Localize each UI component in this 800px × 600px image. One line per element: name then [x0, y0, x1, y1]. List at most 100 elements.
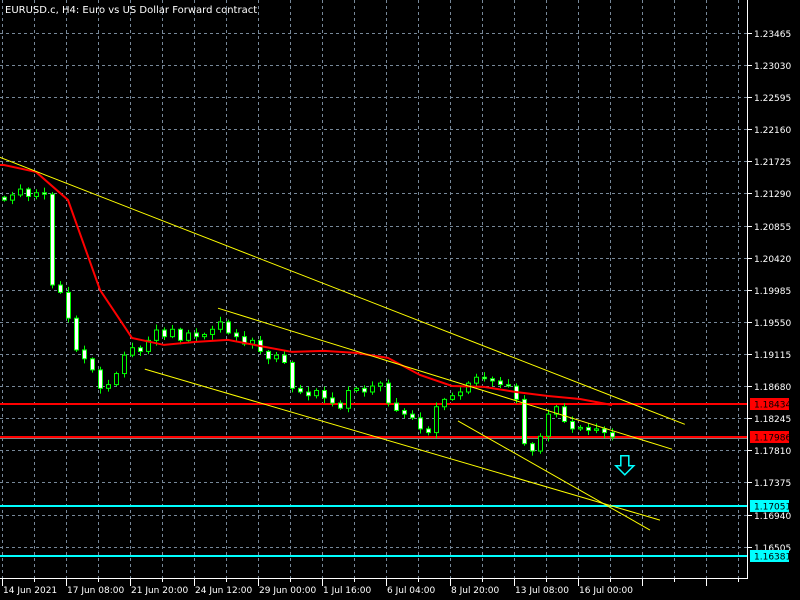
- bear-candle: [234, 332, 239, 338]
- bear-candle: [138, 347, 143, 352]
- bear-candle: [282, 354, 287, 363]
- bull-candle: [578, 426, 583, 430]
- bull-candle: [450, 395, 455, 400]
- trendline: [217, 307, 673, 450]
- grid: [0, 0, 747, 578]
- bull-candle: [202, 333, 207, 338]
- bull-candle: [474, 376, 479, 384]
- bull-candle: [34, 192, 39, 197]
- sell-arrow-icon: [613, 455, 636, 476]
- trendlines: [0, 156, 685, 531]
- bear-candle: [98, 369, 103, 389]
- bull-candle: [274, 354, 279, 360]
- bull-candle: [442, 398, 447, 408]
- time-label: 8 Jul 20:00: [451, 586, 500, 596]
- price-tick-label: 1.23465: [754, 30, 791, 40]
- price-chart[interactable]: 1.23465 1.23030 1.22595 1.22160 1.21725 1.212…: [0, 0, 800, 600]
- support-price-label: 1.17051: [754, 503, 791, 513]
- bull-candle: [346, 390, 351, 409]
- bear-candle: [394, 402, 399, 411]
- resistance-price-label: 1.18434: [754, 401, 791, 411]
- bear-candle: [266, 350, 271, 360]
- bull-candle: [314, 390, 319, 397]
- bear-candle: [306, 391, 311, 397]
- time-label: 1 Jul 16:00: [323, 586, 372, 596]
- bull-candle: [354, 387, 359, 392]
- price-tick-label: 1.17375: [754, 479, 791, 489]
- time-label: 21 Jun 20:00: [131, 586, 188, 596]
- price-tick-label: 1.19115: [754, 351, 791, 361]
- bull-candle: [210, 328, 215, 335]
- bull-candle: [10, 194, 15, 201]
- bear-candle: [2, 196, 7, 201]
- bear-candle: [322, 390, 327, 399]
- bear-candle: [362, 387, 367, 393]
- price-tick-label: 1.23030: [754, 62, 791, 72]
- bull-candle: [122, 354, 127, 375]
- bear-candle: [50, 193, 55, 286]
- bear-candle: [290, 361, 295, 389]
- bear-candle: [194, 332, 199, 338]
- bear-candle: [506, 384, 511, 387]
- bull-candle: [170, 328, 175, 338]
- price-tick-label: 1.18245: [754, 415, 791, 425]
- price-tick-label: 1.22160: [754, 126, 791, 136]
- bull-candle: [546, 413, 551, 437]
- time-label: 13 Jul 08:00: [515, 586, 569, 596]
- down-arrow-icon: [613, 455, 636, 476]
- bull-candle: [370, 385, 375, 393]
- bear-candle: [338, 402, 343, 409]
- bear-candle: [66, 291, 71, 319]
- bear-candle: [162, 329, 167, 338]
- time-label: 17 Jun 08:00: [67, 586, 124, 596]
- price-tick-label: 1.16940: [754, 512, 791, 522]
- bull-candle: [218, 321, 223, 330]
- bear-candle: [418, 417, 423, 430]
- chart-title: EURUSD.c, H4: Euro vs US Dollar Forward …: [5, 5, 257, 16]
- bear-candle: [74, 317, 79, 351]
- bull-candle: [154, 329, 159, 341]
- bull-candle: [538, 435, 543, 452]
- bear-candle: [426, 428, 431, 434]
- horizontal-levels: [0, 403, 747, 557]
- bull-candle: [18, 188, 23, 196]
- bull-candle: [106, 384, 111, 389]
- bear-candle: [586, 426, 591, 431]
- price-axis[interactable]: 1.23465 1.23030 1.22595 1.22160 1.21725 1.212…: [747, 30, 791, 563]
- bull-candle: [186, 332, 191, 341]
- bear-candle: [530, 443, 535, 452]
- candles: [2, 184, 615, 456]
- bear-candle: [402, 409, 407, 415]
- price-tick-label: 1.22595: [754, 94, 791, 104]
- bear-candle: [386, 382, 391, 404]
- price-tick-label: 1.20420: [754, 255, 791, 265]
- resistance-price-label: 1.17986: [754, 434, 791, 444]
- time-label: 6 Jul 04:00: [387, 586, 436, 596]
- time-axis[interactable]: 14 Jun 2021 17 Jun 08:00 21 Jun 20:00 24 Ju…: [2, 578, 739, 596]
- bull-candle: [458, 391, 463, 397]
- bear-candle: [226, 321, 231, 334]
- bear-candle: [90, 358, 95, 371]
- bear-candle: [490, 378, 495, 382]
- bull-candle: [130, 347, 135, 356]
- bear-candle: [602, 428, 607, 434]
- price-tick-label: 1.21725: [754, 158, 791, 168]
- price-tick-label: 1.20855: [754, 223, 791, 233]
- time-label: 14 Jun 2021: [3, 586, 57, 596]
- bull-candle: [594, 428, 599, 431]
- bull-candle: [378, 382, 383, 387]
- bear-candle: [298, 387, 303, 393]
- price-tick-label: 1.18680: [754, 383, 791, 393]
- bear-candle: [58, 284, 63, 293]
- bear-candle: [522, 398, 527, 445]
- bear-candle: [178, 328, 183, 341]
- price-tick-label: 1.17810: [754, 447, 791, 457]
- price-tick-label: 1.19550: [754, 319, 791, 329]
- trendline: [144, 368, 661, 521]
- time-label: 16 Jul 00:00: [579, 586, 633, 596]
- bear-candle: [482, 376, 487, 380]
- bear-candle: [610, 432, 615, 438]
- bear-candle: [498, 380, 503, 386]
- bear-candle: [410, 413, 415, 419]
- bear-candle: [570, 421, 575, 430]
